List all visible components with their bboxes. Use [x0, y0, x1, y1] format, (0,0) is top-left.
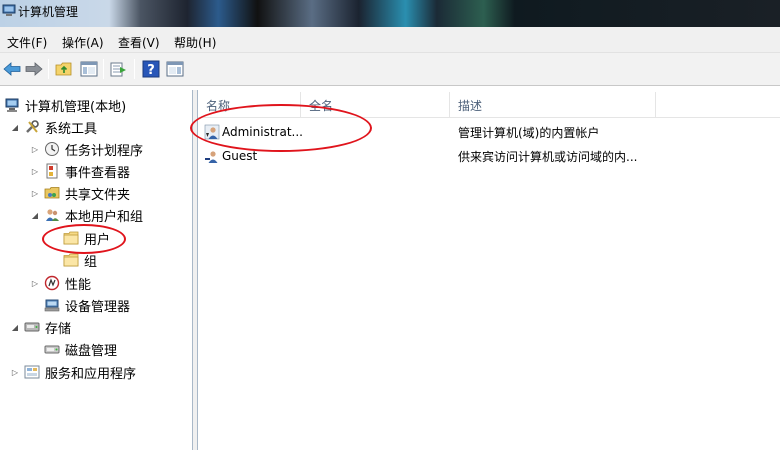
up-folder-button[interactable] [53, 58, 75, 80]
column-header-name[interactable]: 名称 [198, 92, 301, 118]
action-pane-button[interactable] [164, 58, 186, 80]
cell-description: 管理计算机(域)的内置帐户 [458, 125, 600, 140]
export-list-button[interactable] [108, 58, 130, 80]
tree-item-task-scheduler[interactable]: ▷ 任务计划程序 [30, 139, 143, 159]
guest-user-icon [205, 151, 218, 163]
computer-management-icon [5, 98, 19, 112]
tree-label: 事件查看器 [65, 165, 131, 181]
help-icon: ? [142, 60, 160, 78]
tree-label: 任务计划程序 [65, 143, 144, 159]
shared-folder-icon [44, 187, 60, 199]
up-folder-icon [55, 62, 72, 76]
tree-item-shared-folders[interactable]: ▷ 共享文件夹 [30, 183, 130, 203]
menu-file[interactable]: 文件(F) [7, 34, 47, 51]
storage-icon [24, 322, 40, 332]
result-list: 名称 全名 描述 Administrat... 管理计算机(域)的内置帐户 Gu… [190, 90, 780, 450]
forward-arrow-icon [25, 62, 43, 76]
toolbar-separator [103, 59, 104, 79]
tree-label: 设备管理器 [65, 299, 131, 315]
svg-text:?: ? [147, 63, 155, 78]
window-title: 计算机管理 [18, 5, 79, 19]
back-button[interactable] [1, 58, 23, 80]
folder-icon [63, 231, 79, 245]
toolbar: ? [0, 53, 780, 86]
cell-name: Guest [204, 145, 257, 167]
folder-icon [63, 253, 79, 267]
export-list-icon [110, 62, 126, 77]
column-header-fullname[interactable]: 全名 [301, 92, 450, 118]
list-item[interactable]: Administrat... 管理计算机(域)的内置帐户 [198, 121, 780, 143]
tree-item-device-manager[interactable]: 设备管理器 [44, 295, 130, 315]
tree-item-disk-management[interactable]: 磁盘管理 [44, 339, 117, 359]
toolbar-separator [134, 59, 135, 79]
disk-icon [44, 345, 60, 354]
expand-icon[interactable]: ▷ [30, 188, 40, 198]
console-tree: 计算机管理(本地) ◢ 系统工具 ▷ 任务计划程序 ▷ 事件查看器 ▷ 共享文件… [0, 90, 197, 450]
tree-label: 组 [84, 254, 98, 270]
tree-label: 系统工具 [45, 121, 98, 137]
computer-management-icon [2, 4, 16, 16]
tree-item-services-apps[interactable]: ▷ 服务和应用程序 [10, 362, 136, 382]
back-arrow-icon [3, 62, 21, 76]
tree-label: 服务和应用程序 [45, 366, 137, 382]
tree-label: 共享文件夹 [65, 187, 131, 203]
admin-user-icon [204, 124, 220, 140]
tree-label: 计算机管理(本地) [25, 99, 127, 115]
menu-action[interactable]: 操作(A) [62, 34, 104, 51]
tree-item-system-tools[interactable]: ◢ 系统工具 [10, 117, 97, 137]
list-item[interactable]: Guest 供来宾访问计算机或访问域的内... [198, 145, 780, 167]
tree-label: 本地用户和组 [65, 209, 144, 225]
toolbar-separator [48, 59, 49, 79]
cell-description: 供来宾访问计算机或访问域的内... [458, 149, 638, 164]
collapse-icon[interactable]: ◢ [30, 210, 40, 220]
expand-icon[interactable]: ▷ [30, 144, 40, 154]
expand-icon[interactable]: ▷ [10, 367, 20, 377]
column-header-row: 名称 全名 描述 [198, 92, 780, 118]
clock-icon [45, 142, 59, 156]
users-group-icon [46, 209, 59, 221]
column-header-description[interactable]: 描述 [450, 92, 656, 118]
tree-item-event-viewer[interactable]: ▷ 事件查看器 [30, 161, 130, 181]
user-name: Guest [222, 149, 258, 163]
show-hide-tree-icon [80, 61, 98, 77]
expand-icon[interactable]: ▷ [30, 278, 40, 288]
action-pane-icon [166, 61, 184, 77]
menu-view[interactable]: 查看(V) [118, 34, 160, 51]
tree-item-storage[interactable]: ◢ 存储 [10, 317, 71, 337]
services-icon [24, 365, 40, 379]
device-manager-icon [44, 299, 60, 312]
menu-help[interactable]: 帮助(H) [174, 34, 216, 51]
show-hide-tree-button[interactable] [78, 58, 100, 80]
tree-label: 性能 [65, 277, 92, 293]
user-name: Administrat... [222, 125, 303, 139]
title-bar: 计算机管理 [0, 0, 780, 27]
tree-item-performance[interactable]: ▷ 性能 [30, 273, 91, 293]
tree-item-groups[interactable]: 组 [63, 250, 97, 270]
performance-icon [44, 275, 60, 291]
collapse-icon[interactable]: ◢ [10, 122, 20, 132]
collapse-icon[interactable]: ◢ [10, 322, 20, 332]
forward-button[interactable] [23, 58, 45, 80]
help-button[interactable]: ? [140, 58, 162, 80]
event-log-icon [46, 163, 58, 179]
tree-item-users[interactable]: 用户 [63, 228, 110, 248]
tools-icon [26, 120, 39, 133]
tree-item-local-users-groups[interactable]: ◢ 本地用户和组 [30, 205, 143, 225]
menu-bar: 文件(F) 操作(A) 查看(V) 帮助(H) [0, 27, 780, 53]
tree-label: 用户 [84, 232, 111, 248]
tree-item-root[interactable]: 计算机管理(本地) [4, 95, 126, 115]
tree-label: 存储 [45, 321, 72, 337]
cell-name: Administrat... [204, 121, 303, 143]
tree-label: 磁盘管理 [65, 343, 118, 359]
expand-icon[interactable]: ▷ [30, 166, 40, 176]
